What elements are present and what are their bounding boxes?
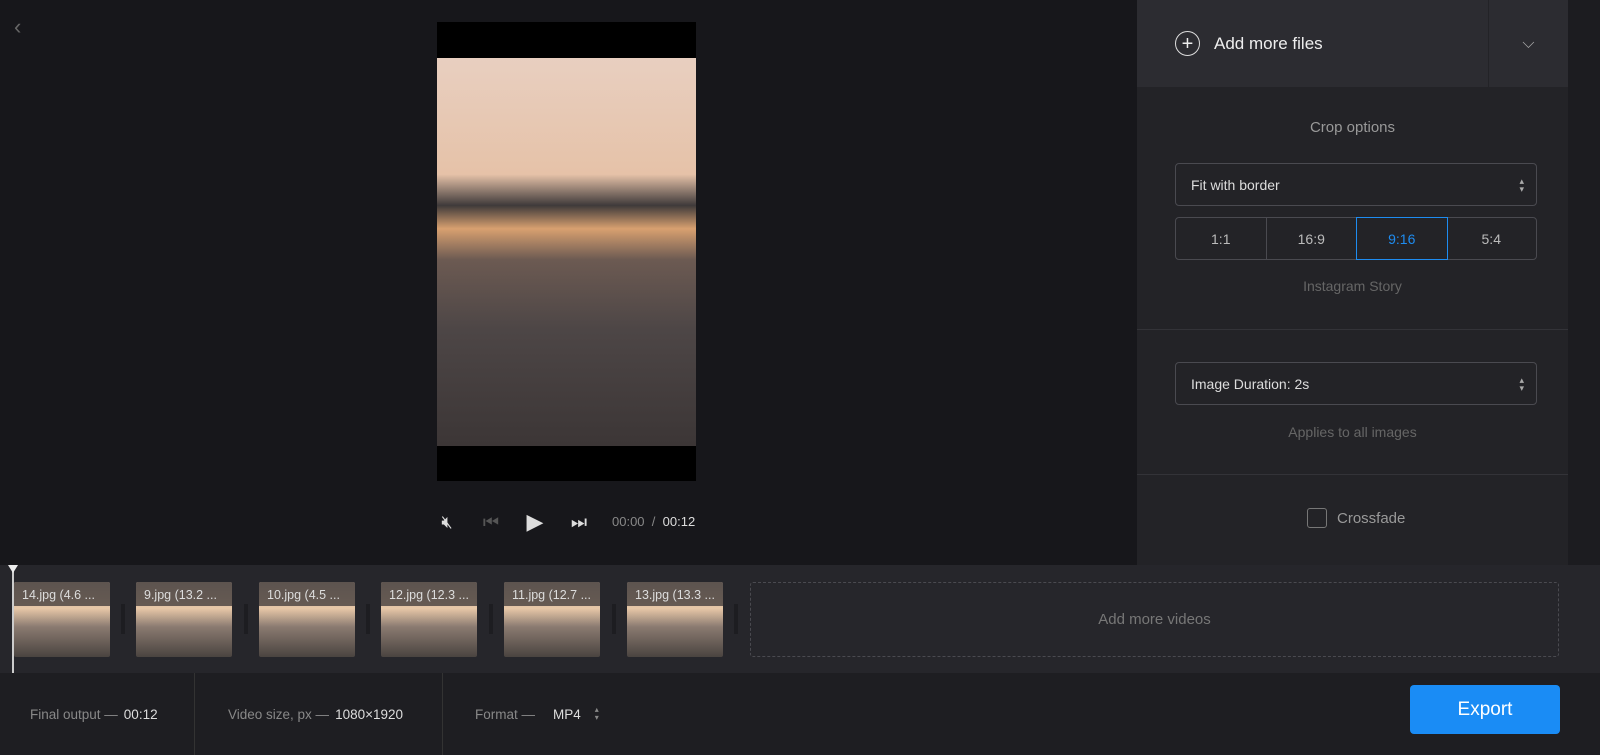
clip-separator[interactable] [121, 604, 125, 634]
skip-forward-icon[interactable]: ⏭︎ [568, 511, 590, 533]
ratio-9-16[interactable]: 9:16 [1356, 217, 1448, 260]
mute-icon[interactable]: 🔇︎ [436, 511, 458, 533]
time-display: 00:00 / 00:12 [612, 514, 695, 529]
timeline-clip[interactable]: 13.jpg (13.3 ... [627, 582, 723, 657]
add-files-label: Add more files [1214, 33, 1323, 53]
clip-separator[interactable] [612, 604, 616, 634]
video-size: Video size, px — 1080×1920 [195, 673, 443, 755]
clip-label: 14.jpg (4.6 ... [14, 582, 110, 606]
add-more-videos-dropzone[interactable]: Add more videos [750, 582, 1559, 657]
divider [1137, 329, 1568, 330]
timeline-clip[interactable]: 14.jpg (4.6 ... [14, 582, 110, 657]
total-time: 00:12 [662, 514, 696, 529]
skip-back-icon[interactable]: ⏮︎ [480, 511, 502, 533]
timeline-clip[interactable]: 12.jpg (12.3 ... [381, 582, 477, 657]
final-output-value: 00:12 [123, 706, 158, 722]
final-output: Final output — 00:12 [0, 673, 195, 755]
duration-hint: Applies to all images [1288, 424, 1417, 440]
export-button[interactable]: Export [1410, 685, 1560, 734]
clip-separator[interactable] [489, 604, 493, 634]
plus-circle-icon: + [1175, 31, 1200, 56]
checkbox-icon [1307, 508, 1327, 528]
current-time: 00:00 [612, 514, 645, 529]
timeline-clip[interactable]: 10.jpg (4.5 ... [259, 582, 355, 657]
crossfade-label: Crossfade [1337, 509, 1406, 527]
image-duration-select[interactable]: Image Duration: 2s ▴ ▾ [1175, 362, 1537, 405]
panel-edge [1568, 0, 1600, 565]
clip-label: 12.jpg (12.3 ... [381, 582, 477, 606]
crop-mode-value: Fit with border [1191, 176, 1280, 193]
clip-label: 10.jpg (4.5 ... [259, 582, 355, 606]
video-size-value: 1080×1920 [335, 706, 404, 722]
crop-mode-select[interactable]: Fit with border ▴ ▾ [1175, 163, 1537, 206]
ratio-16-9[interactable]: 16:9 [1267, 218, 1357, 259]
clip-label: 9.jpg (13.2 ... [136, 582, 232, 606]
back-icon[interactable]: ‹ [14, 14, 32, 39]
add-more-files-button[interactable]: + Add more files [1137, 0, 1488, 87]
player-controls: 🔇︎ ⏮︎ ▶︎ ⏭︎ [436, 508, 590, 536]
play-icon[interactable]: ▶︎ [524, 509, 546, 534]
playhead-handle-icon[interactable] [8, 565, 18, 573]
format-label: Format — [475, 706, 536, 722]
select-arrows-icon: ▴ ▾ [594, 705, 599, 722]
clip-separator[interactable] [366, 604, 370, 634]
aspect-ratio-group: 1:1 16:9 9:16 5:4 [1175, 217, 1537, 260]
crop-options-title: Crop options [1309, 119, 1396, 136]
clip-separator[interactable] [734, 604, 738, 634]
timeline-clip[interactable]: 11.jpg (12.7 ... [504, 582, 600, 657]
select-arrows-icon: ▴ ▾ [1519, 175, 1524, 194]
ratio-hint: Instagram Story [1303, 278, 1402, 294]
format-value: MP4 [553, 706, 581, 722]
clip-label: 11.jpg (12.7 ... [504, 582, 600, 606]
final-output-label: Final output — [30, 706, 118, 722]
preview-image [437, 58, 696, 446]
select-arrows-icon: ▴ ▾ [1519, 374, 1524, 393]
image-duration-value: Image Duration: 2s [1191, 375, 1310, 392]
playhead[interactable] [12, 566, 14, 673]
ratio-5-4[interactable]: 5:4 [1447, 218, 1537, 259]
ratio-1-1[interactable]: 1:1 [1176, 218, 1267, 259]
time-separator: / [651, 514, 656, 529]
chevron-down-icon[interactable]: ⌵ [1489, 0, 1568, 87]
video-preview [437, 22, 696, 481]
clip-separator[interactable] [244, 604, 248, 634]
video-size-label: Video size, px — [228, 706, 330, 722]
crossfade-checkbox[interactable]: Crossfade [1307, 508, 1405, 528]
clip-label: 13.jpg (13.3 ... [627, 582, 723, 606]
timeline-clip[interactable]: 9.jpg (13.2 ... [136, 582, 232, 657]
divider [1137, 474, 1568, 475]
format-select[interactable]: Format — MP4 ▴ ▾ [443, 673, 643, 755]
